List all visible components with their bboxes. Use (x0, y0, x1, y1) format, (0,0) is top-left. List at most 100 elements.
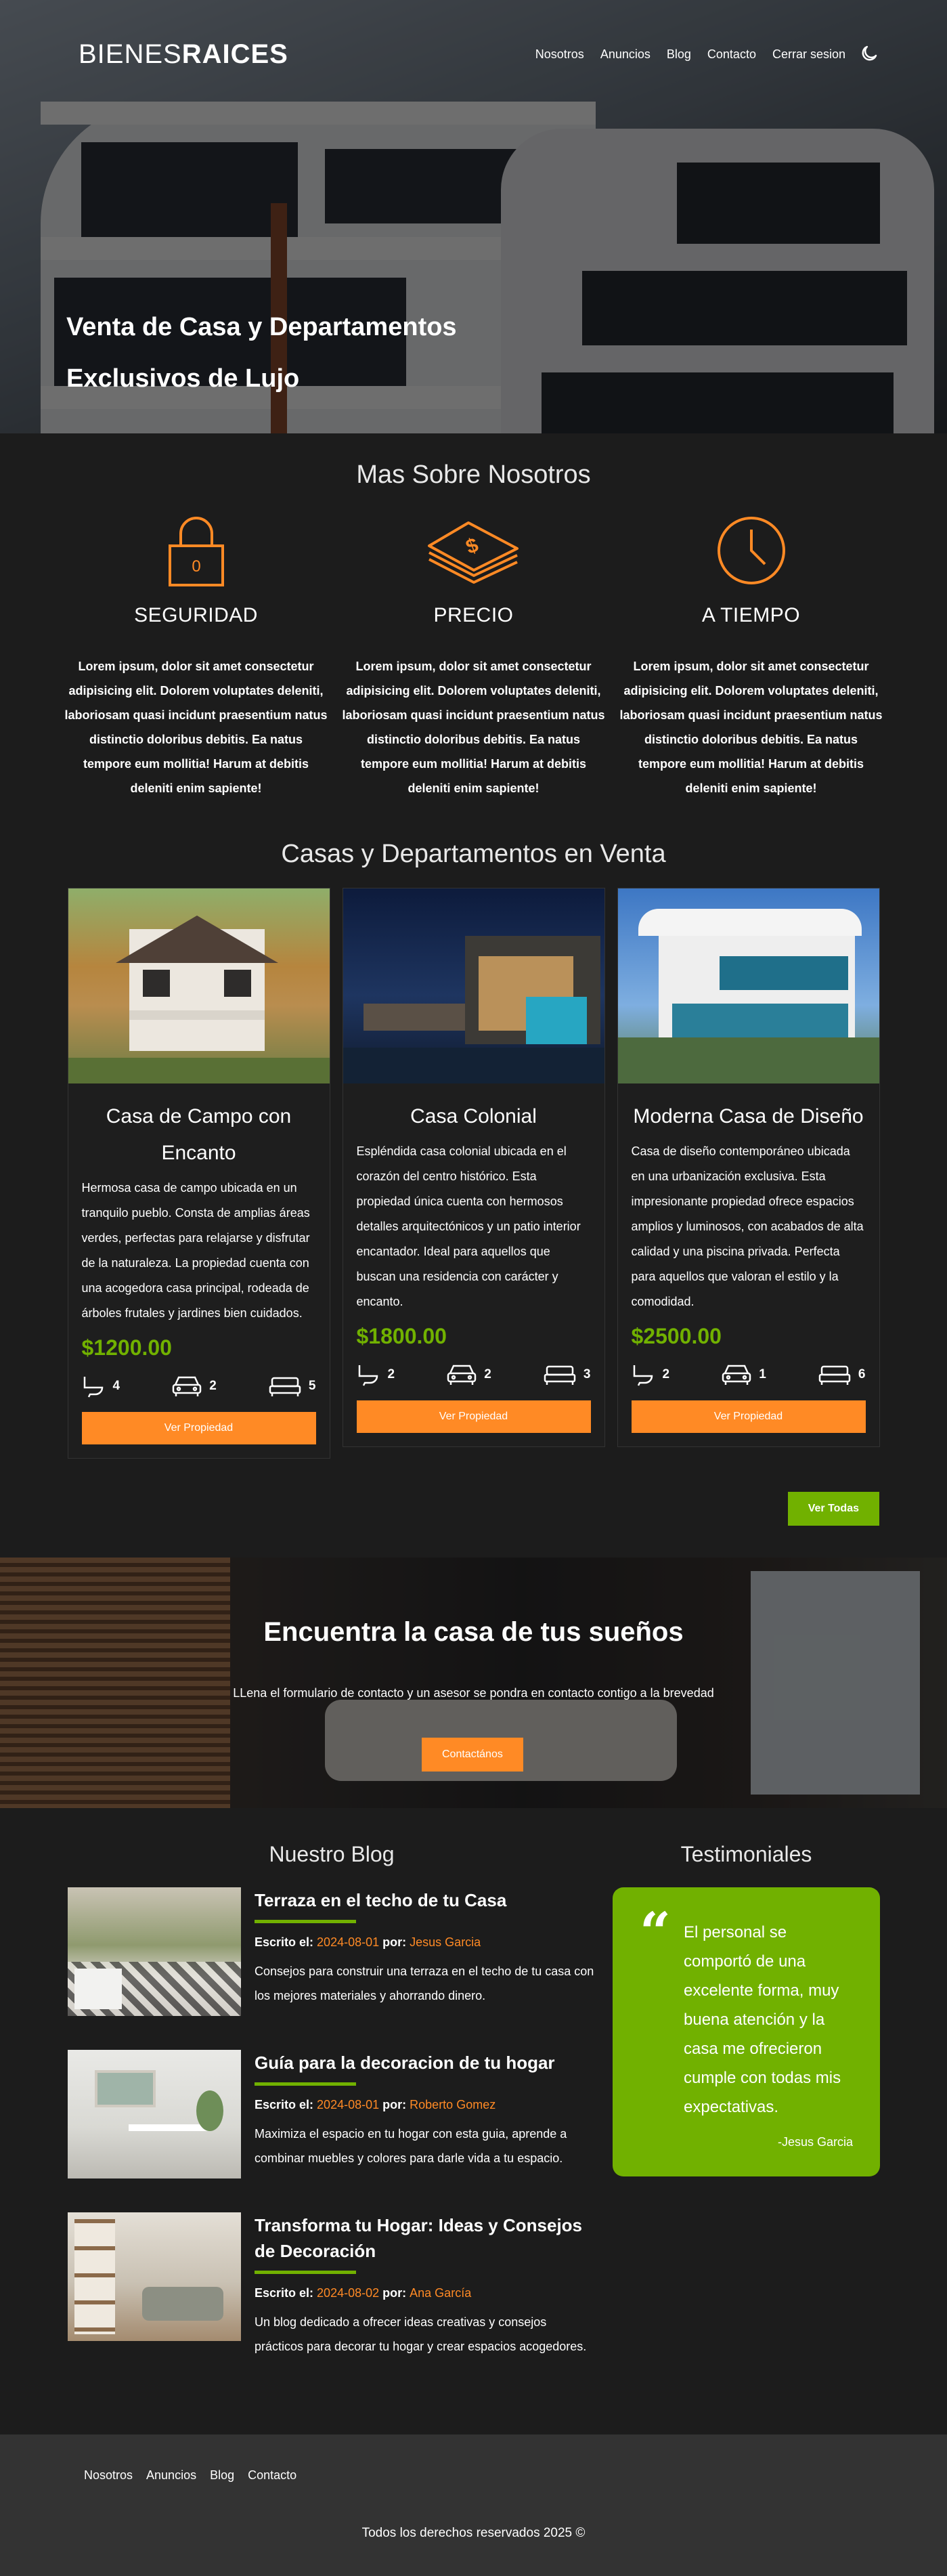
blog-entry-title[interactable]: Guía para la decoracion de tu hogar (255, 2050, 596, 2076)
moon-icon[interactable] (859, 43, 879, 64)
copyright: Todos los derechos reservados 2025 © (361, 2526, 586, 2540)
bed-icon (818, 1365, 851, 1385)
listing-parking: 2 (446, 1362, 491, 1387)
blog-entry-summary: Un blog dedicado a ofrecer ideas creativ… (255, 2315, 587, 2353)
by-label: por: (382, 1935, 407, 1949)
written-label: Escrito el: (255, 2098, 314, 2111)
bed-icon (269, 1377, 301, 1396)
parking-count: 1 (759, 1367, 766, 1381)
listing-price: $1200.00 (81, 1335, 172, 1360)
listing-description: Hermosa casa de campo ubicada en un tran… (81, 1181, 310, 1320)
blog-entry-date: 2024-08-02 (317, 2286, 380, 2300)
footer-link-blog[interactable]: Blog (210, 2468, 234, 2483)
footer-link-anuncios[interactable]: Anuncios (146, 2468, 196, 2483)
lock-icon: 0 (168, 517, 224, 586)
logo-light-text: BIENES (79, 39, 182, 69)
listing-bedrooms: 6 (818, 1362, 866, 1387)
listing-bedrooms: 5 (268, 1374, 315, 1398)
site-footer: Nosotros Anuncios Blog Contacto Todos lo… (0, 2434, 947, 2576)
footer-nav: Nosotros Anuncios Blog Contacto (84, 2468, 296, 2483)
listing-description: Casa de diseño contemporáneo ubicada en … (631, 1144, 864, 1308)
toilet-icon (633, 1365, 653, 1386)
listing-image (617, 888, 879, 1083)
blog-thumbnail[interactable] (68, 1887, 241, 2016)
by-label: por: (382, 2098, 407, 2111)
logo-bold-text: RAICES (181, 39, 288, 69)
blog-thumbnail[interactable] (68, 2212, 241, 2341)
blog-thumbnail[interactable] (68, 2050, 241, 2178)
testimonial-author: -Jesus Garcia (777, 2135, 853, 2149)
listings-title: Casas y Departamentos en Venta (281, 840, 666, 868)
parking-count: 2 (484, 1367, 491, 1381)
blog-entry-date: 2024-08-01 (317, 2098, 380, 2111)
nav-link-anuncios[interactable]: Anuncios (600, 47, 651, 62)
hero-header: BIENESRAICES Nosotros Anuncios Blog Cont… (0, 0, 947, 433)
title-underline (255, 2271, 356, 2274)
about-item-text: Lorem ipsum, dolor sit amet consectetur … (342, 660, 605, 795)
about-item-a-tiempo: A TIEMPO Lorem ipsum, dolor sit amet con… (619, 513, 883, 800)
bathrooms-count: 2 (662, 1367, 670, 1381)
view-all-button[interactable]: Ver Todas (787, 1492, 879, 1526)
footer-link-contacto[interactable]: Contacto (248, 2468, 296, 2483)
view-property-button[interactable]: Ver Propiedad (631, 1400, 866, 1433)
hero-headline: Venta de Casa y Departamentos Exclusivos… (66, 301, 676, 404)
blog-entry[interactable]: Transforma tu Hogar: Ideas y Consejos de… (68, 2212, 596, 2359)
listing-image (68, 888, 330, 1083)
hero-headline-line1: Venta de Casa y Departamentos (66, 313, 457, 341)
by-label: por: (382, 2286, 407, 2300)
listing-image (343, 888, 604, 1083)
svg-text:0: 0 (192, 557, 200, 576)
quote-mark-icon: “ (640, 1900, 671, 1964)
blog-entry-meta: Escrito el: 2024-08-01 por: Jesus Garcia (255, 1935, 596, 1950)
about-item-seguridad: 0 SEGURIDAD Lorem ipsum, dolor sit amet … (64, 513, 328, 800)
site-logo[interactable]: BIENESRAICES (79, 39, 288, 70)
blog-entry-author: Roberto Gomez (410, 2098, 496, 2111)
about-title: Mas Sobre Nosotros (356, 460, 591, 489)
testimonials-column: Testimoniales “ El personal se comportó … (613, 1842, 880, 2176)
nav-link-cerrar-sesion[interactable]: Cerrar sesion (772, 47, 845, 62)
bedrooms-count: 6 (858, 1367, 866, 1381)
listing-title: Casa Colonial (410, 1105, 537, 1128)
title-underline (255, 1920, 356, 1923)
blog-entry-meta: Escrito el: 2024-08-02 por: Ana García (255, 2286, 596, 2300)
listing-bathrooms: 4 (82, 1374, 120, 1398)
blog-entry-title[interactable]: Terraza en el techo de tu Casa (255, 1887, 596, 1913)
listing-price: $1800.00 (356, 1324, 447, 1348)
listing-parking: 1 (721, 1362, 766, 1387)
listing-title: Moderna Casa de Diseño (633, 1105, 864, 1128)
testimonials-title: Testimoniales (680, 1842, 812, 1866)
view-property-button[interactable]: Ver Propiedad (81, 1412, 316, 1444)
written-label: Escrito el: (255, 1935, 314, 1949)
testimonial-text: El personal se comportó de una excelente… (684, 1923, 841, 2116)
toilet-icon (358, 1365, 378, 1386)
listing-title: Casa de Campo con Encanto (106, 1105, 292, 1164)
title-underline (255, 2082, 356, 2086)
footer-link-nosotros[interactable]: Nosotros (84, 2468, 133, 2483)
about-section: Mas Sobre Nosotros 0 SEGURIDAD Lorem ips… (0, 433, 947, 840)
nav-link-contacto[interactable]: Contacto (707, 47, 756, 62)
contact-button[interactable]: Contactános (422, 1738, 523, 1772)
blog-column: Nuestro Blog Terraza en el techo de tu C… (68, 1842, 596, 2359)
blog-entry-title[interactable]: Transforma tu Hogar: Ideas y Consejos de… (255, 2212, 596, 2264)
car-icon (172, 1376, 202, 1396)
blog-entry-author: Jesus Garcia (410, 1935, 481, 1949)
blog-entry[interactable]: Guía para la decoracion de tu hogar Escr… (68, 2050, 596, 2178)
cta-text: LLena el formulario de contacto y un ase… (233, 1686, 714, 1700)
blog-entry[interactable]: Terraza en el techo de tu Casa Escrito e… (68, 1887, 596, 2016)
listing-bathrooms: 2 (632, 1362, 670, 1387)
written-label: Escrito el: (255, 2286, 314, 2300)
money-icon: $ (427, 521, 519, 584)
blog-testimonials-section: Nuestro Blog Terraza en el techo de tu C… (0, 1808, 947, 2434)
nav-menu: Nosotros Anuncios Blog Contacto Cerrar s… (535, 47, 845, 62)
cta-title: Encuentra la casa de tus sueños (263, 1617, 684, 1647)
nav-link-blog[interactable]: Blog (667, 47, 691, 62)
car-icon (722, 1365, 751, 1385)
blog-entry-author: Ana García (410, 2286, 472, 2300)
listing-bathrooms: 2 (357, 1362, 395, 1387)
blog-entry-summary: Consejos para construir una terraza en e… (255, 1965, 594, 2002)
nav-link-nosotros[interactable]: Nosotros (535, 47, 584, 62)
listing-bedrooms: 3 (543, 1362, 590, 1387)
blog-entry-summary: Maximiza el espacio en tu hogar con esta… (255, 2127, 567, 2165)
listings-section: Casas y Departamentos en Venta Casa de C… (0, 840, 947, 1558)
view-property-button[interactable]: Ver Propiedad (356, 1400, 591, 1433)
